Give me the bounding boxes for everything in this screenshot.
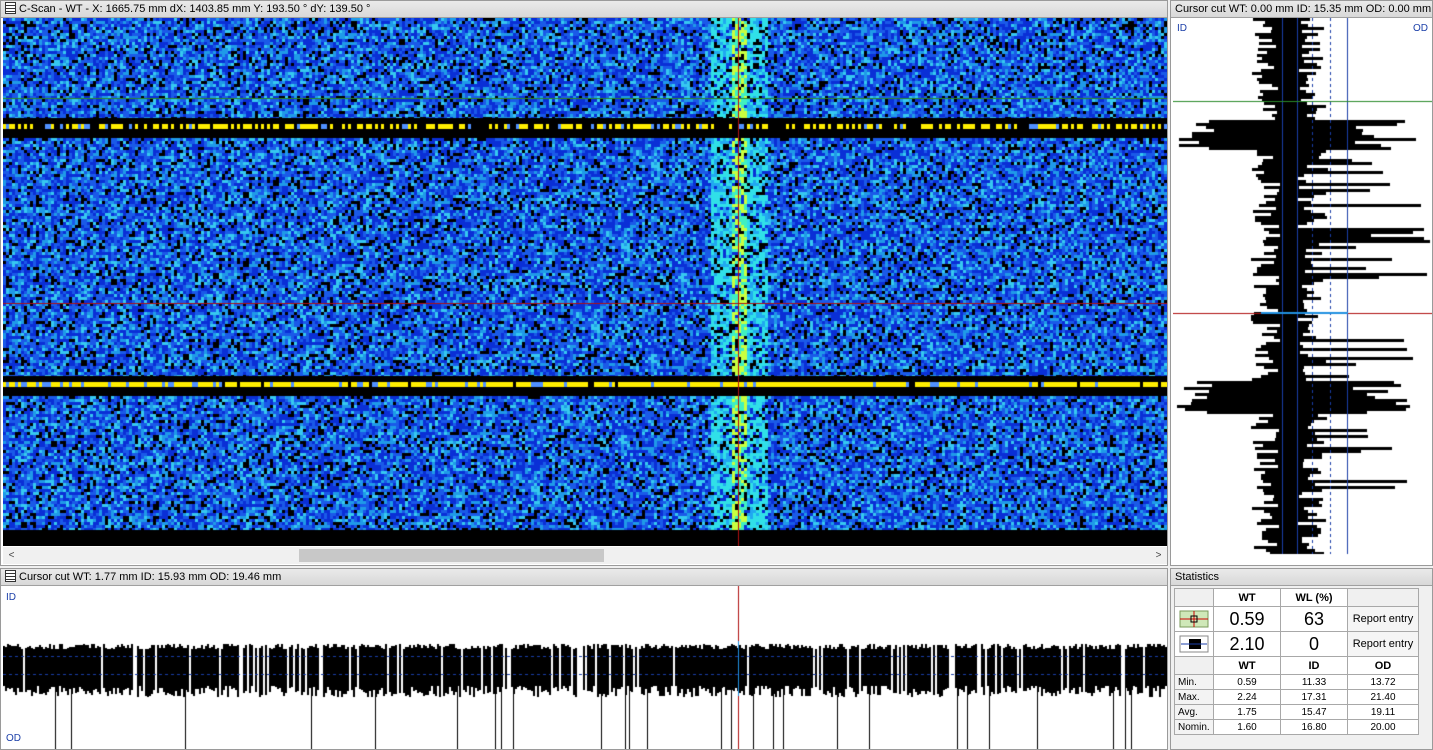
statistics-title: Statistics (1175, 571, 1220, 583)
stat-wt: 0.59 (1213, 674, 1281, 690)
stat-row-avg: Avg. 1.75 15.47 19.11 (1174, 704, 1419, 720)
area-wt-value: 2.10 (1213, 631, 1281, 657)
window-icon (5, 570, 16, 582)
vertical-cursor-cut-panel: Cursor cut WT: 0.00 mm ID: 15.35 mm OD: … (1170, 0, 1433, 566)
area-wl-value: 0 (1280, 631, 1348, 657)
blank-cell (1174, 588, 1214, 607)
stat-od: 19.11 (1347, 704, 1419, 720)
horizontal-cursor-cut-panel: Cursor cut WT: 1.77 mm ID: 15.93 mm OD: … (0, 568, 1168, 750)
cscan-panel: C-Scan - WT - X: 1665.75 mm dX: 1403.85 … (0, 0, 1168, 566)
scroll-left-button[interactable]: < (3, 547, 20, 564)
stat-row-min: Min. 0.59 11.33 13.72 (1174, 674, 1419, 690)
stat-od: 21.40 (1347, 689, 1419, 705)
vcut-od-label: OD (1413, 23, 1428, 34)
vcut-id-label: ID (1177, 23, 1187, 34)
statistics-panel: Statistics WT WL (%) 0.59 63 Report entr… (1170, 568, 1433, 750)
hcut-title: Cursor cut WT: 1.77 mm ID: 15.93 mm OD: … (19, 571, 282, 583)
stat-wt: 2.24 (1213, 689, 1281, 705)
vcut-title: Cursor cut WT: 0.00 mm ID: 15.35 mm OD: … (1175, 3, 1432, 15)
scroll-right-button[interactable]: > (1150, 547, 1167, 564)
stat-row-label: Min. (1174, 674, 1214, 690)
stat-row-label: Nomin. (1174, 719, 1214, 735)
horizontal-cut-plot[interactable] (3, 586, 1167, 749)
cursor-wl-value: 63 (1280, 606, 1348, 632)
blank-cell (1174, 656, 1214, 675)
statistics-titlebar: Statistics (1171, 569, 1432, 586)
stat-id: 15.47 (1280, 704, 1348, 720)
header-wl: WL (%) (1280, 588, 1348, 607)
stat-row-nominal: Nomin. 1.60 16.80 20.00 (1174, 719, 1419, 735)
cursor-wt-value: 0.59 (1213, 606, 1281, 632)
statistics-table: WT WL (%) 0.59 63 Report entry 2.10 0 Re… (1174, 588, 1419, 735)
cursor-area-icon (1179, 635, 1209, 653)
stat-row-label: Avg. (1174, 704, 1214, 720)
stat-id: 16.80 (1280, 719, 1348, 735)
scroll-thumb[interactable] (299, 549, 604, 562)
cscan-titlebar: C-Scan - WT - X: 1665.75 mm dX: 1403.85 … (1, 1, 1167, 18)
cursor-row-icon-cell (1174, 606, 1214, 632)
horizontal-scrollbar[interactable]: < > (3, 547, 1167, 564)
stat-id: 11.33 (1280, 674, 1348, 690)
hcut-od-label: OD (6, 733, 21, 744)
cursor-point-icon (1179, 610, 1209, 628)
header-wt: WT (1213, 588, 1281, 607)
area-row-icon-cell (1174, 631, 1214, 657)
vertical-cut-plot[interactable] (1173, 18, 1432, 563)
stat-row-max: Max. 2.24 17.31 21.40 (1174, 689, 1419, 705)
stat-wt: 1.75 (1213, 704, 1281, 720)
report-entry-button[interactable]: Report entry (1347, 606, 1419, 632)
window-icon (5, 2, 16, 14)
stat-id: 17.31 (1280, 689, 1348, 705)
hcut-id-label: ID (6, 592, 16, 603)
cscan-title: C-Scan - WT - X: 1665.75 mm dX: 1403.85 … (19, 3, 371, 15)
blank-cell (1347, 588, 1419, 607)
hcut-titlebar: Cursor cut WT: 1.77 mm ID: 15.93 mm OD: … (1, 569, 1167, 586)
stat-header-od: OD (1347, 656, 1419, 675)
stat-header-id: ID (1280, 656, 1348, 675)
stat-od: 13.72 (1347, 674, 1419, 690)
stat-header-wt: WT (1213, 656, 1281, 675)
stat-wt: 1.60 (1213, 719, 1281, 735)
vcut-titlebar: Cursor cut WT: 0.00 mm ID: 15.35 mm OD: … (1171, 1, 1432, 18)
report-entry-button-2[interactable]: Report entry (1347, 631, 1419, 657)
stat-row-label: Max. (1174, 689, 1214, 705)
stat-od: 20.00 (1347, 719, 1419, 735)
cscan-image[interactable] (3, 18, 1167, 546)
